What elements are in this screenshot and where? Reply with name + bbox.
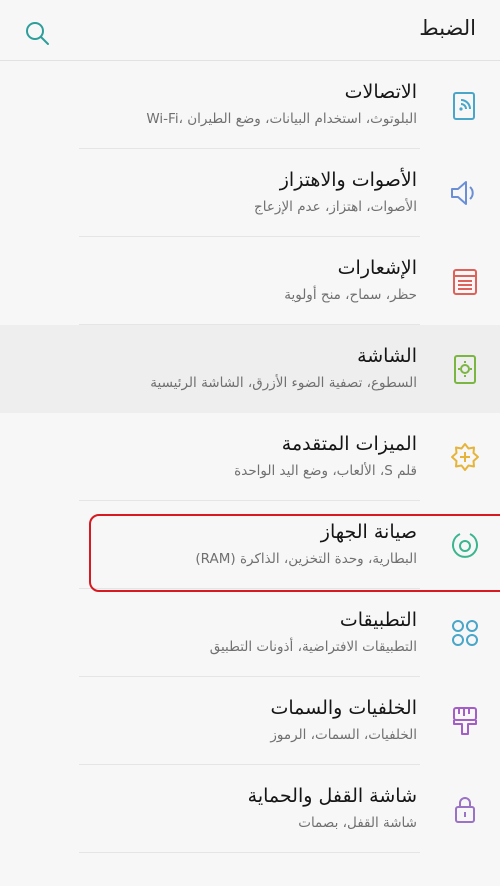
settings-item-advanced-features[interactable]: الميزات المتقدمة قلم S، الألعاب، وضع الي… bbox=[0, 413, 500, 501]
settings-item-text: الإشعارات حظر، سماح، منح أولوية bbox=[22, 255, 417, 305]
search-icon[interactable] bbox=[22, 18, 52, 48]
display-icon bbox=[448, 352, 482, 386]
apps-icon bbox=[448, 616, 482, 650]
settings-item-subtitle: شاشة القفل، بصمات bbox=[298, 815, 417, 831]
lock-screen-icon bbox=[448, 792, 482, 826]
advanced-features-icon bbox=[448, 440, 482, 474]
settings-list: الاتصالات البلوتوث، استخدام البيانات، وض… bbox=[0, 61, 500, 853]
settings-item-label: صيانة الجهاز bbox=[320, 521, 417, 543]
settings-item-connections[interactable]: الاتصالات البلوتوث، استخدام البيانات، وض… bbox=[0, 61, 500, 149]
settings-item-text: الشاشة السطوع، تصفية الضوء الأزرق، الشاش… bbox=[22, 343, 417, 393]
settings-item-label: شاشة القفل والحماية bbox=[247, 785, 417, 807]
settings-item-subtitle: الأصوات، اهتزاز، عدم الإزعاج bbox=[254, 199, 417, 215]
settings-item-text: الأصوات والاهتزاز الأصوات، اهتزاز، عدم ا… bbox=[22, 167, 417, 217]
settings-item-text: الخلفيات والسمات الخلفيات، السمات، الرمو… bbox=[22, 695, 417, 745]
settings-item-subtitle: حظر، سماح، منح أولوية bbox=[284, 287, 417, 303]
app-bar: الضبط bbox=[0, 0, 500, 61]
settings-item-label: الشاشة bbox=[357, 345, 417, 367]
settings-item-label: الأصوات والاهتزاز bbox=[279, 169, 417, 191]
settings-item-subtitle: البلوتوث، استخدام البيانات، وضع الطيران … bbox=[146, 111, 417, 127]
device-maintenance-icon bbox=[448, 528, 482, 562]
settings-item-subtitle: قلم S، الألعاب، وضع اليد الواحدة bbox=[234, 463, 417, 479]
settings-item-subtitle: التطبيقات الافتراضية، أذونات التطبيق bbox=[209, 639, 417, 655]
page-title: الضبط bbox=[419, 16, 476, 40]
settings-item-text: الميزات المتقدمة قلم S، الألعاب، وضع الي… bbox=[22, 431, 417, 481]
settings-item-text: الاتصالات البلوتوث، استخدام البيانات، وض… bbox=[22, 79, 417, 129]
settings-screen: الضبط الاتصالات البلوتوث، استخدام البيان… bbox=[0, 0, 500, 886]
settings-item-device-maintenance[interactable]: صيانة الجهاز البطارية، وحدة التخزين، الذ… bbox=[0, 501, 500, 589]
notifications-icon bbox=[448, 264, 482, 298]
settings-item-text: التطبيقات التطبيقات الافتراضية، أذونات ا… bbox=[22, 607, 417, 657]
settings-item-subtitle: البطارية، وحدة التخزين، الذاكرة (RAM) bbox=[195, 551, 417, 567]
settings-item-label: الخلفيات والسمات bbox=[270, 697, 417, 719]
settings-item-display[interactable]: الشاشة السطوع، تصفية الضوء الأزرق، الشاش… bbox=[0, 325, 500, 413]
divider bbox=[79, 852, 420, 853]
settings-item-sounds[interactable]: الأصوات والاهتزاز الأصوات، اهتزاز، عدم ا… bbox=[0, 149, 500, 237]
settings-item-label: الإشعارات bbox=[337, 257, 417, 279]
settings-item-label: التطبيقات bbox=[339, 609, 417, 631]
settings-item-label: الاتصالات bbox=[344, 81, 417, 103]
settings-item-text: شاشة القفل والحماية شاشة القفل، بصمات bbox=[22, 783, 417, 833]
settings-item-subtitle: الخلفيات، السمات، الرموز bbox=[270, 727, 417, 743]
settings-item-subtitle: السطوع، تصفية الضوء الأزرق، الشاشة الرئي… bbox=[150, 375, 417, 391]
settings-item-label: الميزات المتقدمة bbox=[281, 433, 417, 455]
wallpapers-themes-icon bbox=[448, 704, 482, 738]
settings-item-wallpapers-themes[interactable]: الخلفيات والسمات الخلفيات، السمات، الرمو… bbox=[0, 677, 500, 765]
settings-item-notifications[interactable]: الإشعارات حظر، سماح، منح أولوية bbox=[0, 237, 500, 325]
sound-icon bbox=[448, 176, 482, 210]
settings-item-apps[interactable]: التطبيقات التطبيقات الافتراضية، أذونات ا… bbox=[0, 589, 500, 677]
settings-item-lock-screen[interactable]: شاشة القفل والحماية شاشة القفل، بصمات bbox=[0, 765, 500, 853]
settings-item-text: صيانة الجهاز البطارية، وحدة التخزين، الذ… bbox=[22, 519, 417, 569]
connections-icon bbox=[448, 88, 482, 122]
